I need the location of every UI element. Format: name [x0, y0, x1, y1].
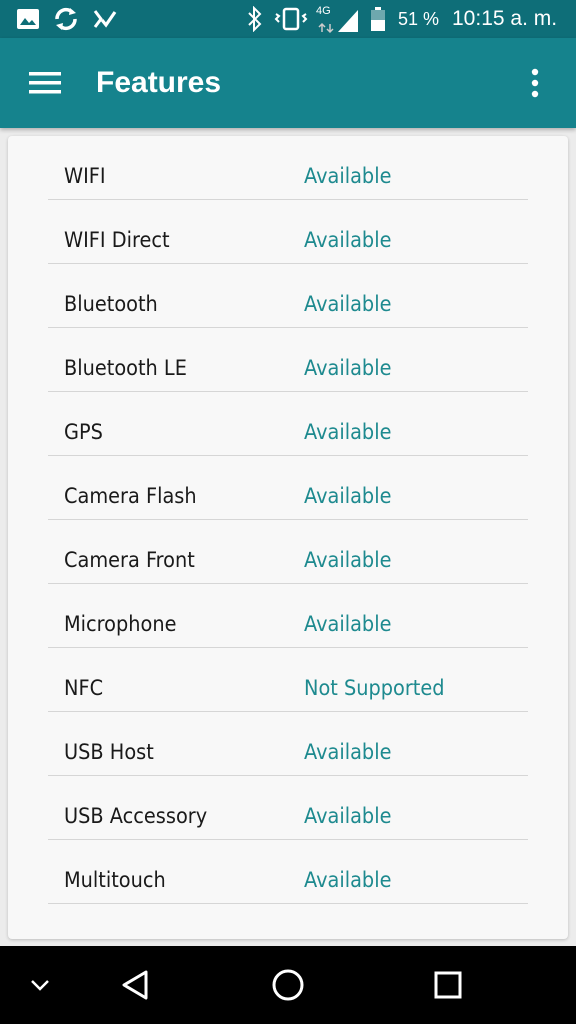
feature-name: USB Accessory [64, 804, 208, 828]
feature-status: Available [304, 228, 392, 252]
feature-name: GPS [64, 420, 103, 444]
list-item: WIFI Direct Available [48, 200, 528, 264]
bluetooth-icon [246, 0, 264, 38]
feature-name: Camera Flash [64, 484, 197, 508]
battery-icon [370, 0, 386, 38]
feature-name: Microphone [64, 612, 177, 636]
list-item: Camera Front Available [48, 520, 528, 584]
feature-name: Bluetooth LE [64, 356, 187, 380]
feature-name: Multitouch [64, 868, 166, 892]
features-card: WIFI Available WIFI Direct Available Blu… [8, 136, 568, 939]
feature-status: Available [304, 868, 392, 892]
list-item: Bluetooth LE Available [48, 328, 528, 392]
feature-status: Available [304, 164, 392, 188]
collapse-chevron-icon[interactable] [20, 946, 60, 1024]
feature-name: USB Host [64, 740, 154, 764]
list-item: Multitouch Available [48, 840, 528, 904]
list-item: Microphone Available [48, 584, 528, 648]
list-item: WIFI Available [48, 136, 528, 200]
feature-name: NFC [64, 676, 104, 700]
feature-status: Available [304, 420, 392, 444]
checklist-icon [92, 0, 118, 38]
sync-icon [52, 0, 80, 38]
feature-name: Camera Front [64, 548, 195, 572]
feature-status: Available [304, 484, 392, 508]
feature-status: Available [304, 292, 392, 316]
feature-status: Available [304, 740, 392, 764]
navigation-bar [0, 946, 576, 1024]
list-item: GPS Available [48, 392, 528, 456]
battery-percent: 51 % [398, 9, 440, 29]
signal-4g-icon [316, 0, 360, 38]
status-bar: 4G 51 % 10:15 a. m. [0, 0, 576, 38]
more-vert-icon[interactable] [512, 60, 558, 106]
list-item: NFC Not Supported [48, 648, 528, 712]
vibrate-icon [274, 0, 308, 38]
hamburger-menu-icon[interactable] [22, 60, 68, 106]
list-item: Camera Flash Available [48, 456, 528, 520]
feature-status: Available [304, 356, 392, 380]
list-item: USB Host Available [48, 712, 528, 776]
list-item: USB Accessory Available [48, 776, 528, 840]
recents-icon[interactable] [422, 946, 474, 1024]
feature-status: Available [304, 548, 392, 572]
feature-name: WIFI Direct [64, 228, 170, 252]
feature-name: Bluetooth [64, 292, 158, 316]
back-icon[interactable] [110, 946, 160, 1024]
app-bar: Features [0, 38, 576, 128]
image-icon [16, 0, 40, 38]
feature-status: Available [304, 804, 392, 828]
page-title: Features [96, 66, 222, 99]
feature-status: Available [304, 612, 392, 636]
clock: 10:15 a. m. [452, 7, 558, 30]
features-list: WIFI Available WIFI Direct Available Blu… [48, 136, 528, 904]
feature-status: Not Supported [304, 676, 445, 700]
home-icon[interactable] [262, 946, 314, 1024]
feature-name: WIFI [64, 164, 106, 188]
list-item: Bluetooth Available [48, 264, 528, 328]
